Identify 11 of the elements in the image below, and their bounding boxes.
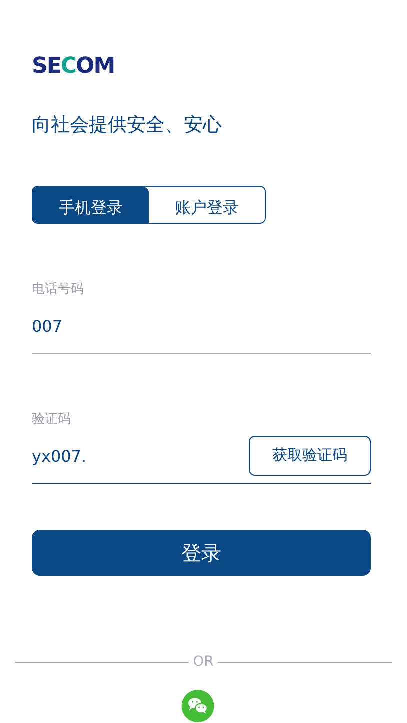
field-label: 电话号码	[32, 280, 84, 298]
field-label: 验证码	[32, 410, 71, 428]
input-field[interactable]: 007	[32, 304, 371, 354]
login-tab[interactable]: 手机登录	[33, 187, 149, 223]
chat-bubbles-icon[interactable]	[178, 690, 216, 723]
logo: SECOM	[32, 54, 115, 80]
tagline: 向社会提供安全、安心	[32, 113, 222, 138]
input-field[interactable]: yx007.	[32, 434, 249, 484]
login-button[interactable]: 登录	[32, 530, 371, 576]
divider-label: OR	[193, 654, 214, 670]
get-code-button[interactable]: 获取验证码	[249, 436, 371, 476]
